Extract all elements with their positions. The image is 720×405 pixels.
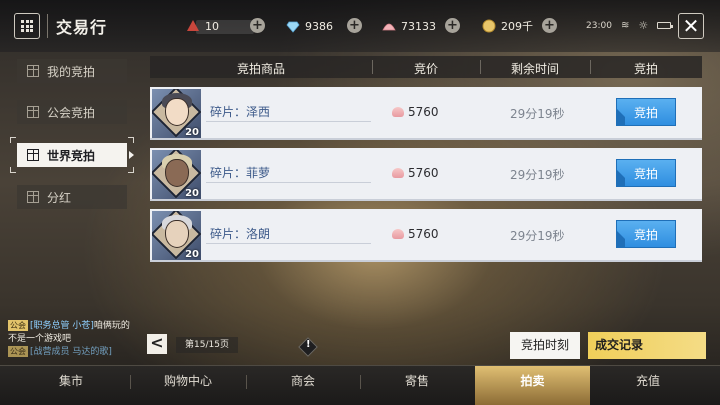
diamond-icon [286,21,300,33]
price-value: 5760 [408,227,439,241]
item-level: 20 [185,127,199,138]
menu-button[interactable] [14,13,40,39]
transaction-records-button[interactable]: 成交记录 [588,332,706,359]
shell-icon [392,168,404,178]
table-row: 20 碎片：菲萝 5760 29分19秒 竞拍 [150,148,702,201]
tab-auction[interactable]: 拍卖 [475,366,590,405]
tab-market[interactable]: 集市 [12,366,130,405]
character-avatar[interactable]: 20 [152,150,201,199]
chat-sender: [职务总管 小苍] [30,321,94,331]
tab-chamber-of-commerce[interactable]: 商会 [246,366,360,405]
nav-guild-auction[interactable]: 公会竞拍 [17,100,127,124]
gift-icon [27,149,39,161]
wifi-icon: ≋ [620,20,630,31]
item-level: 20 [185,249,199,260]
title-divider [47,14,48,38]
prev-page-button[interactable]: < [147,334,167,354]
add-diamond-button[interactable]: + [347,18,362,33]
character-avatar[interactable]: 20 [152,211,201,260]
tab-recharge[interactable]: 充值 [590,366,706,405]
header-price: 竞价 [413,62,438,76]
gift-icon [27,191,39,203]
gift-icon [27,106,39,118]
item-name: 碎片：菲萝 [210,166,271,180]
bid-price: 5760 [392,166,439,180]
guild-tag: 公会 [8,320,28,331]
exclamation-icon: ! [306,339,311,350]
shell-icon [382,23,396,31]
table-row: 20 碎片：泽西 5760 29分19秒 竞拍 [150,87,702,140]
nav-my-auction[interactable]: 我的竞拍 [17,59,127,83]
close-button[interactable]: ✕ [678,13,704,39]
chat-text: [战营成员 马达的歌] [30,347,112,357]
bottom-tab-bar: 集市 购物中心 商会 寄售 拍卖 充值 [0,365,720,405]
clock: 23:00 [586,20,612,31]
nav-world-auction[interactable]: 世界竞拍 [17,143,134,167]
resource-diamond-value: 9386 [305,19,333,33]
status-bar: 23:00 ≋ ☼ [586,19,674,32]
chat-box[interactable]: 公会 [职务总管 小苍]咱俩玩的不是一个游戏吧 公会 [战营成员 马达的歌] [8,320,138,359]
price-value: 5760 [408,166,439,180]
time-left: 29分19秒 [510,168,565,182]
auction-time-button[interactable]: 竞拍时刻 [510,332,580,359]
tab-shopping-center[interactable]: 购物中心 [130,366,246,405]
chat-message: 公会 [职务总管 小苍]咱俩玩的不是一个游戏吧 [8,320,138,346]
tab-consignment[interactable]: 寄售 [360,366,474,405]
grid-menu-icon [21,20,33,32]
flag-icon [187,20,199,31]
time-left: 29分19秒 [510,229,565,243]
resource-shell: 73133 [382,18,436,34]
page-indicator: 第15/15页 [176,337,238,353]
header-bid: 竞拍 [633,62,658,76]
nav-dividend[interactable]: 分红 [17,185,127,209]
brightness-icon: ☼ [638,19,649,32]
item-name: 碎片：泽西 [210,105,271,119]
add-flag-button[interactable]: + [250,18,265,33]
bid-button[interactable]: 竞拍 [616,220,676,248]
resource-coin: 209千 [482,18,533,34]
character-avatar[interactable]: 20 [152,89,201,138]
item-level: 20 [185,188,199,199]
resource-diamond: 9386 [286,18,333,34]
price-value: 5760 [408,105,439,119]
resource-flag-value: 10 [205,19,219,33]
guild-tag: 公会 [8,346,28,357]
add-coin-button[interactable]: + [542,18,557,33]
bid-button[interactable]: 竞拍 [616,159,676,187]
gift-icon [27,65,39,77]
shell-icon [392,229,404,239]
table-row: 20 碎片：洛朗 5760 29分19秒 竞拍 [150,209,702,262]
resource-coin-value: 209千 [501,20,533,33]
nav-label: 世界竞拍 [47,148,96,163]
header-item: 竞拍商品 [236,62,285,76]
header-time-left: 剩余时间 [510,62,559,76]
item-name: 碎片：洛朗 [210,227,271,241]
bid-price: 5760 [392,105,439,119]
add-shell-button[interactable]: + [445,18,460,33]
coin-icon [482,19,496,33]
resource-flag: 10 [186,18,219,34]
time-left: 29分19秒 [510,107,565,121]
nav-label: 我的竞拍 [47,64,96,79]
resource-shell-value: 73133 [401,19,436,33]
battery-icon [657,22,674,29]
auction-table-header: 竞拍商品 竞价 剩余时间 竞拍 [150,56,702,78]
bid-button[interactable]: 竞拍 [616,98,676,126]
page-title: 交易行 [56,18,108,37]
nav-label: 公会竞拍 [47,105,96,120]
bid-price: 5760 [392,227,439,241]
chat-message: 公会 [战营成员 马达的歌] [8,346,138,359]
nav-label: 分红 [47,190,72,205]
top-bar: 交易行 10 + 9386 + 73133 + 209千 + 23:00 ≋ ☼ [0,0,720,52]
shell-icon [392,107,404,117]
